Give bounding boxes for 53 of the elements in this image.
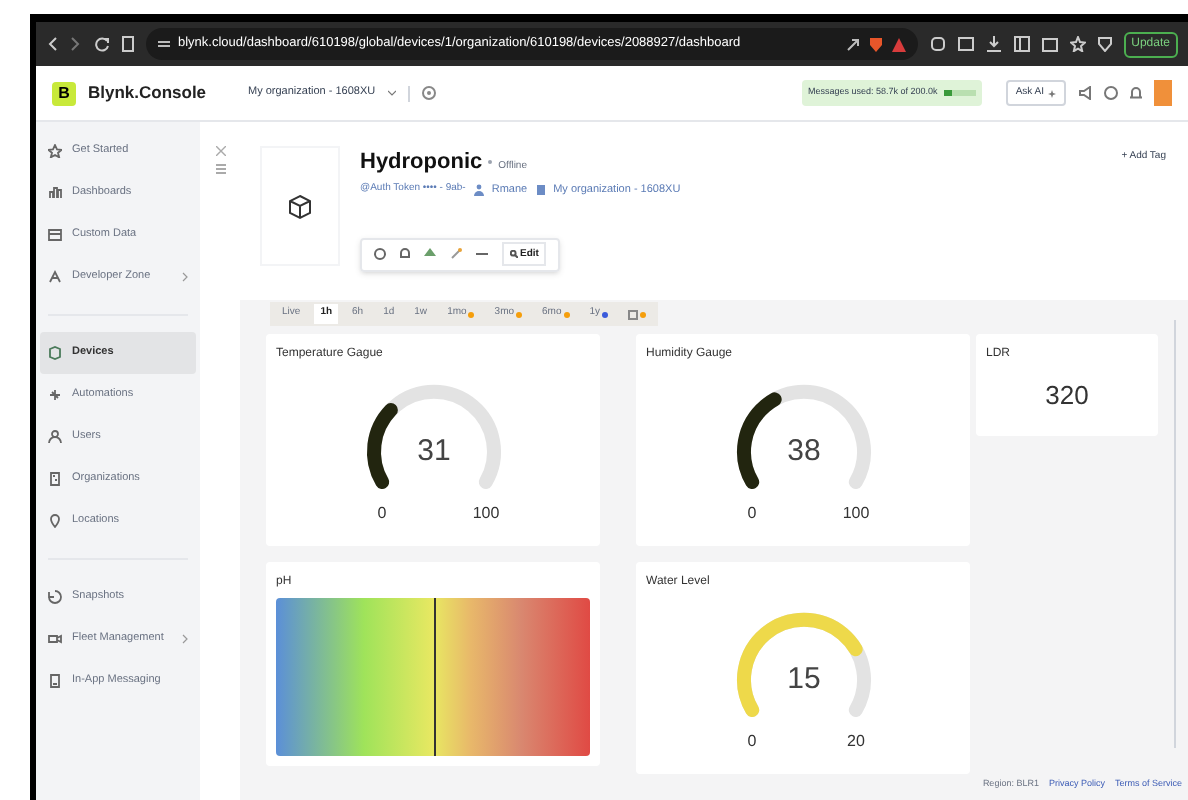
sidebar-item-icon — [48, 590, 62, 604]
download-icon[interactable] — [985, 36, 1002, 52]
gauge-min-label: 0 — [746, 732, 756, 750]
sidebar-item-icon — [48, 346, 62, 360]
back-icon[interactable] — [46, 36, 58, 52]
sidebar-item-icon — [48, 186, 62, 200]
chevron-down-icon — [387, 90, 396, 96]
sidebar-item-icon — [48, 674, 62, 688]
sparkle-icon — [1048, 89, 1056, 97]
gauge-arc — [736, 384, 870, 489]
settings-icon[interactable] — [421, 86, 436, 100]
bell-icon[interactable] — [1130, 86, 1142, 100]
pen-icon[interactable] — [450, 248, 462, 261]
shield-outline-icon[interactable] — [1097, 36, 1112, 52]
scrollbar[interactable] — [1174, 320, 1176, 748]
gauge-max-label: 100 — [841, 504, 869, 522]
usage-fill — [943, 90, 953, 96]
sidebar-icon[interactable] — [1013, 36, 1030, 52]
more-icon[interactable] — [476, 252, 488, 257]
gauge-max-label: 100 — [471, 504, 499, 522]
sidebar-item-icon — [48, 144, 62, 158]
sidebar-item-icon — [48, 632, 62, 646]
megaphone-icon[interactable] — [1078, 86, 1092, 100]
cube-icon — [288, 193, 312, 219]
star-icon[interactable] — [1069, 36, 1086, 52]
logo-icon: B — [52, 81, 76, 105]
gauge-value: 38 — [786, 434, 820, 468]
gauge-arc — [736, 612, 870, 717]
sidebar-item-icon — [48, 514, 62, 528]
sidebar-item-icon — [48, 388, 62, 402]
shield-icon[interactable] — [867, 35, 884, 53]
bell-icon[interactable] — [400, 248, 410, 261]
gauge-arc — [366, 384, 500, 489]
triangle-icon[interactable] — [891, 37, 906, 51]
calendar-icon — [628, 309, 639, 319]
gauge-value: 31 — [416, 434, 450, 468]
user-icon — [473, 183, 484, 196]
sidebar-item-icon — [48, 228, 62, 242]
sidebar-item-icon — [48, 430, 62, 444]
widget-value: 320 — [1045, 378, 1089, 414]
search-icon — [510, 250, 518, 259]
app-title: Blynk.Console — [88, 80, 209, 106]
forward-icon[interactable] — [70, 36, 82, 52]
sidebar-item-icon — [48, 270, 62, 284]
share-icon[interactable] — [845, 37, 860, 51]
sidebar-item-icon — [48, 472, 62, 486]
gauge-value: 15 — [786, 662, 820, 696]
gauge-max-label: 20 — [846, 732, 864, 750]
device-name: Hydroponic — [360, 148, 483, 178]
gauge-min-label: 0 — [376, 504, 386, 522]
reload-icon[interactable] — [94, 36, 110, 52]
gauge-min-label: 0 — [746, 504, 756, 522]
site-settings-icon[interactable] — [158, 38, 170, 50]
